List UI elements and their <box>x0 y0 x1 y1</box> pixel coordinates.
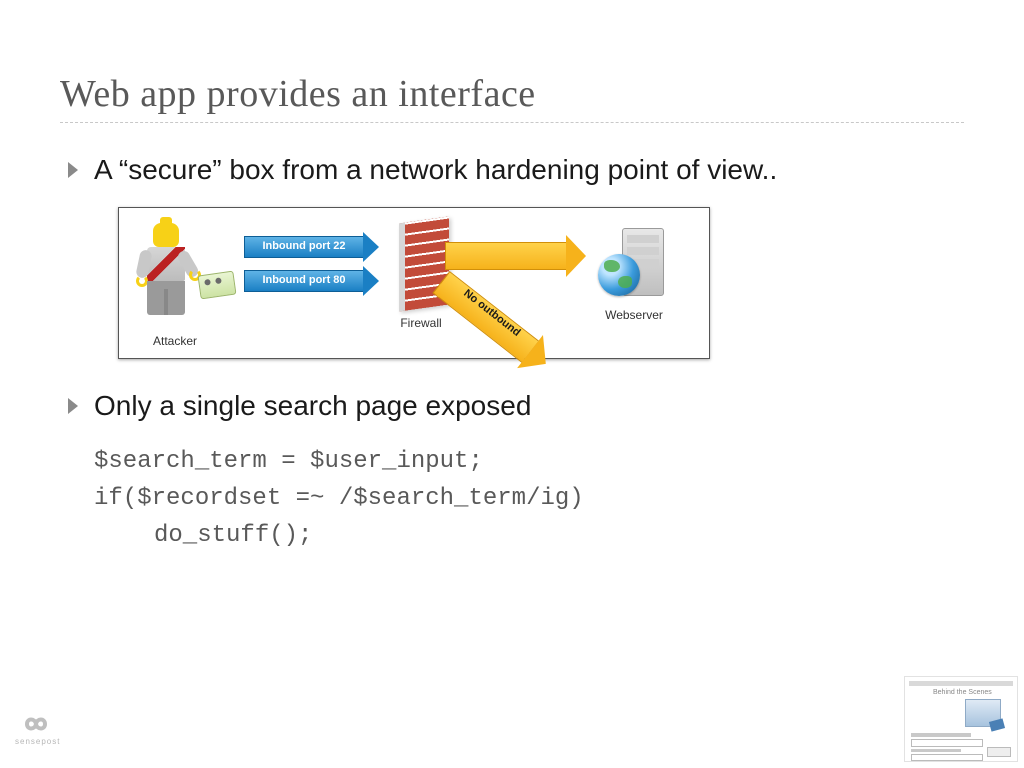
thumb-picture-icon <box>965 699 1001 727</box>
bullet-2: Only a single search page exposed <box>60 387 964 425</box>
thumb-label <box>911 733 971 737</box>
device-icon <box>198 270 237 299</box>
attacker-icon <box>139 223 219 333</box>
bullet-list: A “secure” box from a network hardening … <box>60 151 964 189</box>
thumb-button <box>987 747 1011 757</box>
attacker-label: Attacker <box>145 334 205 348</box>
webserver-label: Webserver <box>599 308 669 322</box>
brand-name: sensepost <box>15 737 57 746</box>
bullet-1: A “secure” box from a network hardening … <box>60 151 964 189</box>
thumb-title: Behind the Scenes <box>933 689 992 696</box>
arrow-to-webserver-icon <box>445 242 567 270</box>
code-line-3: do_stuff(); <box>94 517 312 554</box>
thumb-field <box>911 754 983 761</box>
globe-icon <box>598 254 640 296</box>
arrow-inbound-22-icon: Inbound port 22 <box>244 236 364 258</box>
slide: Web app provides an interface A “secure”… <box>0 0 1024 768</box>
title-divider <box>60 122 964 123</box>
lego-minifig-icon <box>139 223 199 323</box>
brand-logo: sensepost <box>15 713 57 746</box>
thumb-field <box>911 739 983 747</box>
code-block: $search_term = $user_input; if($recordse… <box>94 443 964 555</box>
arrow-inbound-80-icon: Inbound port 80 <box>244 270 364 292</box>
thumb-label <box>911 749 961 752</box>
thumb-titlebar <box>909 681 1013 686</box>
bullet-list-2: Only a single search page exposed <box>60 387 964 425</box>
diagram-container: Attacker Inbound port 22 Inbound port 80… <box>118 207 964 359</box>
code-line-1: $search_term = $user_input; <box>94 448 483 475</box>
next-slide-thumbnail[interactable]: Behind the Scenes <box>904 676 1018 762</box>
webserver-icon <box>594 222 674 312</box>
infinity-icon <box>19 713 53 735</box>
firewall-label: Firewall <box>391 316 451 330</box>
network-diagram: Attacker Inbound port 22 Inbound port 80… <box>118 207 710 359</box>
slide-title: Web app provides an interface <box>60 72 964 116</box>
code-line-2: if($recordset =~ /$search_term/ig) <box>94 485 584 512</box>
